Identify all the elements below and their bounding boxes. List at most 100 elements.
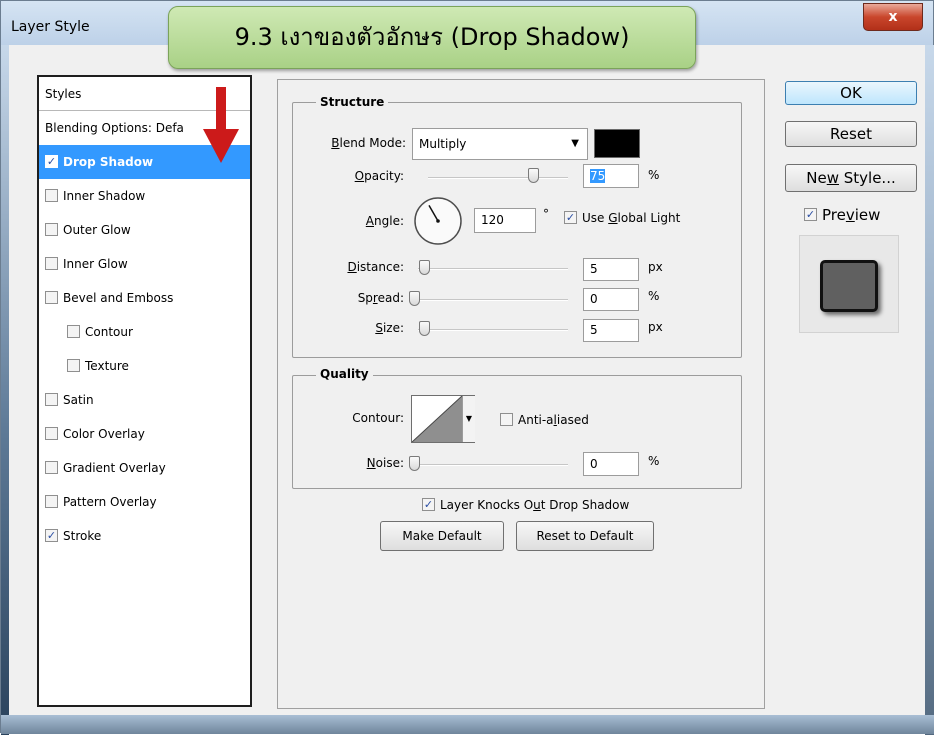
style-item-label: Color Overlay <box>63 427 145 441</box>
angle-value: 120 <box>481 213 504 227</box>
style-item-label: Outer Glow <box>63 223 131 237</box>
spread-slider-track[interactable] <box>414 299 568 301</box>
style-item-label: Contour <box>85 325 133 339</box>
style-item-color-overlay[interactable]: Color Overlay <box>39 417 250 451</box>
style-item-bevel-and-emboss[interactable]: Bevel and Emboss <box>39 281 250 315</box>
close-button[interactable]: x <box>863 3 923 31</box>
noise-slider-thumb[interactable] <box>409 456 420 471</box>
style-item-label: Satin <box>63 393 94 407</box>
style-preview <box>799 235 899 333</box>
size-value: 5 <box>590 323 598 337</box>
opacity-unit: % <box>648 168 660 182</box>
checkbox-icon[interactable] <box>45 257 58 270</box>
blend-mode-label: Blend Mode: <box>331 136 406 150</box>
ok-button[interactable]: OK <box>785 81 917 105</box>
annotation-arrow-icon <box>203 87 239 163</box>
contour-label: Contour: <box>352 411 404 425</box>
distance-input[interactable]: 5 <box>583 258 639 281</box>
style-item-inner-glow[interactable]: Inner Glow <box>39 247 250 281</box>
style-item-pattern-overlay[interactable]: Pattern Overlay <box>39 485 250 519</box>
angle-dial[interactable] <box>412 195 464 247</box>
blend-mode-select[interactable]: Multiply ▼ <box>412 128 588 160</box>
spread-input[interactable]: 0 <box>583 288 639 311</box>
checkbox-icon[interactable] <box>67 325 80 338</box>
reset-button[interactable]: Reset <box>785 121 917 147</box>
contour-dropdown-icon[interactable]: ▼ <box>462 396 475 442</box>
style-item-contour[interactable]: Contour <box>39 315 250 349</box>
structure-legend: Structure <box>316 95 389 109</box>
style-item-inner-shadow[interactable]: Inner Shadow <box>39 179 250 213</box>
size-slider-track[interactable] <box>418 329 568 331</box>
use-global-light-checkbox[interactable]: Use Global Light <box>564 211 680 225</box>
checkbox-icon <box>422 498 435 511</box>
spread-slider-thumb[interactable] <box>409 291 420 306</box>
annotation-callout: 9.3 เงาของตัวอักษร (Drop Shadow) <box>168 6 696 69</box>
noise-slider-track[interactable] <box>414 464 568 466</box>
styles-list: Styles Blending Options: DefaDrop Shadow… <box>37 75 252 707</box>
checkbox-icon <box>564 211 577 224</box>
preview-checkbox[interactable]: Preview <box>804 206 880 224</box>
checkbox-icon <box>804 208 817 221</box>
opacity-label: Opacity: <box>354 169 404 183</box>
checkbox-icon[interactable] <box>45 427 58 440</box>
style-item-stroke[interactable]: Stroke <box>39 519 250 553</box>
anti-aliased-checkbox[interactable]: Anti-aliased <box>500 413 589 427</box>
style-item-label: Texture <box>85 359 129 373</box>
distance-slider-track[interactable] <box>418 268 568 270</box>
make-default-button[interactable]: Make Default <box>380 521 504 551</box>
new-style-button[interactable]: New Style... <box>785 164 917 192</box>
quality-legend: Quality <box>316 367 373 381</box>
checkbox-icon[interactable] <box>45 393 58 406</box>
size-slider-thumb[interactable] <box>419 321 430 336</box>
quality-group <box>292 375 742 489</box>
opacity-slider-track[interactable] <box>428 177 568 179</box>
layer-knocks-out-checkbox[interactable]: Layer Knocks Out Drop Shadow <box>422 498 629 512</box>
checkbox-icon <box>500 413 513 426</box>
style-item-outer-glow[interactable]: Outer Glow <box>39 213 250 247</box>
checkbox-icon[interactable] <box>45 461 58 474</box>
style-item-label: Inner Glow <box>63 257 128 271</box>
opacity-slider-thumb[interactable] <box>528 168 539 183</box>
angle-input[interactable]: 120 <box>474 208 536 233</box>
noise-label: Noise: <box>366 456 404 470</box>
noise-value: 0 <box>590 457 598 471</box>
distance-label: Distance: <box>347 260 404 274</box>
size-input[interactable]: 5 <box>583 319 639 342</box>
style-item-label: Drop Shadow <box>63 155 154 169</box>
window-right-edge <box>925 45 934 735</box>
distance-value: 5 <box>590 262 598 276</box>
spread-label: Spread: <box>357 291 404 305</box>
style-item-label: Gradient Overlay <box>63 461 166 475</box>
distance-unit: px <box>648 260 663 274</box>
noise-unit: % <box>648 454 660 468</box>
style-item-texture[interactable]: Texture <box>39 349 250 383</box>
size-unit: px <box>648 320 663 334</box>
checkbox-icon[interactable] <box>45 223 58 236</box>
reset-to-default-button[interactable]: Reset to Default <box>516 521 654 551</box>
blend-mode-value: Multiply <box>419 137 467 151</box>
noise-input[interactable]: 0 <box>583 452 639 476</box>
checkbox-icon[interactable] <box>67 359 80 372</box>
style-item-label: Blending Options: Defa <box>45 121 184 135</box>
close-icon: x <box>888 9 898 25</box>
shadow-color-swatch[interactable] <box>594 129 640 158</box>
checkbox-icon[interactable] <box>45 291 58 304</box>
layer-style-dialog: Layer Style x Styles Blending Options: D… <box>0 0 934 735</box>
dropdown-arrow-icon: ▼ <box>571 138 579 149</box>
checkbox-icon[interactable] <box>45 495 58 508</box>
contour-picker[interactable]: ▼ <box>411 395 475 443</box>
checkbox-icon[interactable] <box>45 189 58 202</box>
style-item-satin[interactable]: Satin <box>39 383 250 417</box>
window-title: Layer Style <box>11 19 90 35</box>
preview-square <box>820 260 878 312</box>
style-item-gradient-overlay[interactable]: Gradient Overlay <box>39 451 250 485</box>
spread-unit: % <box>648 289 660 303</box>
spread-value: 0 <box>590 292 598 306</box>
checkbox-icon[interactable] <box>45 529 58 542</box>
checkbox-icon[interactable] <box>45 155 58 168</box>
style-item-label: Inner Shadow <box>63 189 146 203</box>
opacity-input[interactable]: 75 <box>583 164 639 188</box>
size-label: Size: <box>375 321 404 335</box>
distance-slider-thumb[interactable] <box>419 260 430 275</box>
contour-curve-icon <box>412 396 462 442</box>
